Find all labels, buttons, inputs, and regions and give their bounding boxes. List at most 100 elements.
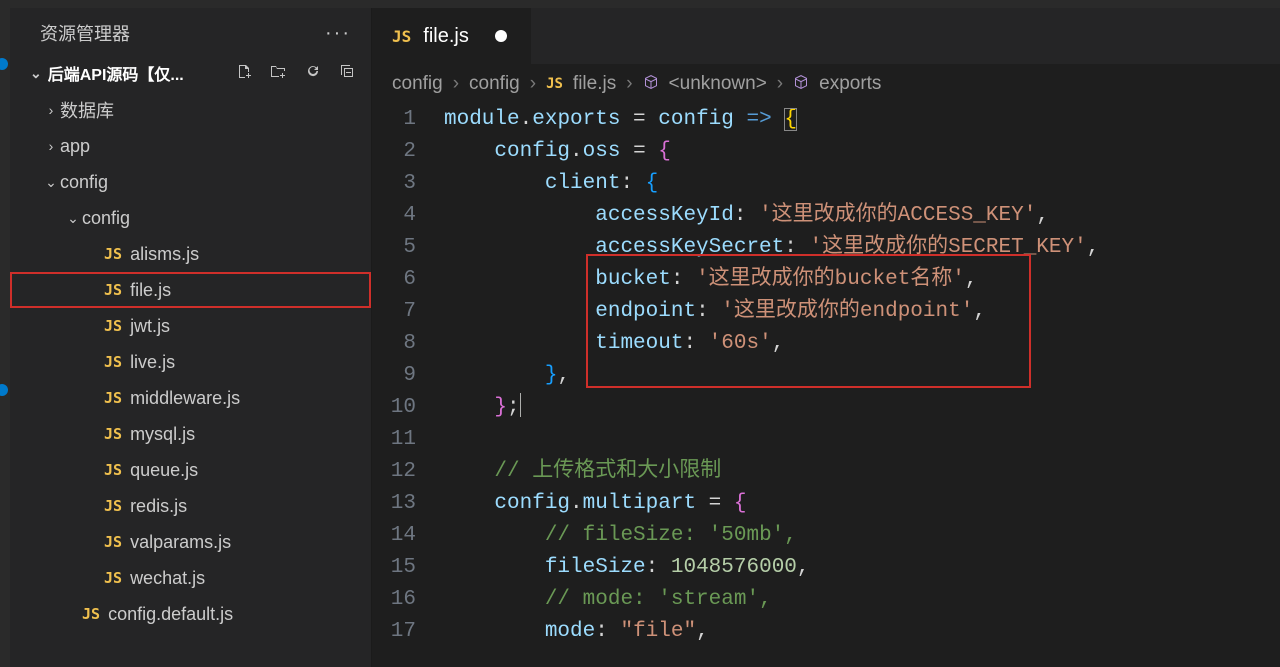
chevron-down-icon: ⌄	[64, 210, 82, 227]
chevron-down-icon: ⌄	[30, 65, 42, 82]
js-icon: JS	[82, 605, 100, 623]
folder-name: config	[60, 172, 108, 193]
folder-item[interactable]: ⌄config	[10, 200, 371, 236]
folder-item[interactable]: ⌄config	[10, 164, 371, 200]
file-name: file.js	[130, 280, 171, 301]
code-area[interactable]: 1234567891011121314151617 module.exports…	[372, 104, 1280, 667]
code-token: "file"	[620, 620, 696, 643]
sidebar-title: 资源管理器	[40, 20, 130, 46]
code-token: '这里改成你的SECRET_KEY'	[809, 236, 1086, 259]
file-item[interactable]: JS valparams.js	[10, 524, 371, 560]
tab-label: file.js	[423, 25, 469, 48]
file-tree: ›数据库›app⌄config⌄configJSalisms.jsJSfile.…	[10, 88, 371, 632]
chevron-right-icon: ›	[626, 73, 632, 95]
sidebar-header: 资源管理器 ···	[10, 8, 371, 58]
code-token: config	[494, 140, 570, 163]
collapse-icon[interactable]	[339, 66, 355, 83]
file-name: middleware.js	[130, 388, 240, 409]
project-name: 后端API源码【仅...	[48, 61, 222, 85]
file-item[interactable]: JS alisms.js	[10, 236, 371, 272]
js-icon: JS	[104, 497, 122, 515]
breadcrumb-item[interactable]: config	[469, 73, 520, 95]
breadcrumb-item[interactable]: file.js	[573, 73, 616, 95]
code-token: mode	[545, 620, 595, 643]
chevron-right-icon: ›	[530, 73, 536, 95]
folder-name: app	[60, 136, 90, 157]
breadcrumb-item[interactable]: <unknown>	[669, 73, 767, 95]
js-icon: JS	[104, 353, 122, 371]
file-item[interactable]: JSmysql.js	[10, 416, 371, 452]
cube-icon	[643, 74, 659, 95]
chevron-right-icon: ›	[453, 73, 459, 95]
code-token: accessKeySecret	[595, 236, 784, 259]
activity-bar	[0, 8, 10, 667]
js-icon: JS	[104, 317, 122, 335]
activity-indicator	[0, 58, 8, 70]
code-token: oss	[583, 140, 621, 163]
code-lines[interactable]: module.exports = config => { config.oss …	[444, 104, 1099, 667]
activity-indicator	[0, 384, 8, 396]
new-file-icon[interactable]	[236, 66, 256, 83]
new-folder-icon[interactable]	[270, 66, 290, 83]
file-item[interactable]: JS wechat.js	[10, 560, 371, 596]
code-token: accessKeyId	[595, 204, 734, 227]
file-item[interactable]: JS queue.js	[10, 452, 371, 488]
chevron-right-icon: ›	[42, 102, 60, 118]
project-header[interactable]: ⌄ 后端API源码【仅...	[10, 58, 371, 88]
code-token: config	[658, 108, 734, 131]
js-icon: JS	[104, 245, 122, 263]
js-icon: JS	[104, 281, 122, 299]
code-token: timeout	[595, 332, 683, 355]
file-name: live.js	[130, 352, 175, 373]
js-icon: JS	[104, 389, 122, 407]
sidebar: 资源管理器 ··· ⌄ 后端API源码【仅... ›数据库›ap	[10, 8, 372, 667]
more-icon[interactable]: ···	[325, 22, 351, 45]
code-token: // fileSize: '50mb',	[545, 524, 797, 547]
folder-item[interactable]: ›app	[10, 128, 371, 164]
tab-file-js[interactable]: JS file.js	[372, 8, 531, 64]
file-name: valparams.js	[130, 532, 231, 553]
code-token: exports	[532, 108, 620, 131]
folder-item[interactable]: ›数据库	[10, 92, 371, 128]
breadcrumb-item[interactable]: config	[392, 73, 443, 95]
js-icon: JS	[104, 461, 122, 479]
code-token: module	[444, 108, 520, 131]
code-token: '这里改成你的ACCESS_KEY'	[759, 204, 1036, 227]
file-name: redis.js	[130, 496, 187, 517]
file-item[interactable]: JSjwt.js	[10, 308, 371, 344]
folder-name: config	[82, 208, 130, 229]
dirty-indicator-icon	[495, 30, 507, 42]
code-token: bucket	[595, 268, 671, 291]
tab-bar: JS file.js	[372, 8, 1280, 64]
chevron-right-icon: ›	[777, 73, 783, 95]
js-icon: JS	[104, 425, 122, 443]
js-icon: JS	[546, 76, 563, 92]
refresh-icon[interactable]	[305, 66, 325, 83]
breadcrumbs[interactable]: config › config › JS file.js › <unknown>…	[372, 64, 1280, 104]
file-name: wechat.js	[130, 568, 205, 589]
project-actions	[222, 63, 355, 84]
code-token: client	[545, 172, 621, 195]
cube-icon	[793, 74, 809, 95]
file-item[interactable]: JS config.default.js	[10, 596, 371, 632]
title-bar	[0, 0, 1280, 8]
file-name: queue.js	[130, 460, 198, 481]
breadcrumb-item[interactable]: exports	[819, 73, 881, 95]
line-number-gutter: 1234567891011121314151617	[372, 104, 444, 667]
code-token: 1048576000	[671, 556, 797, 579]
js-icon: JS	[104, 569, 122, 587]
code-token: '60s'	[709, 332, 772, 355]
editor: JS file.js config › config › JS file.js …	[372, 8, 1280, 667]
file-item[interactable]: JS live.js	[10, 344, 371, 380]
js-icon: JS	[104, 533, 122, 551]
file-item[interactable]: JS middleware.js	[10, 380, 371, 416]
file-item[interactable]: JS file.js	[10, 272, 371, 308]
file-name: config.default.js	[108, 604, 233, 625]
code-token: '这里改成你的endpoint'	[721, 300, 973, 323]
chevron-right-icon: ›	[42, 138, 60, 154]
file-name: alisms.js	[130, 244, 199, 265]
code-token: endpoint	[595, 300, 696, 323]
code-token: // 上传格式和大小限制	[494, 460, 721, 483]
file-item[interactable]: JS redis.js	[10, 488, 371, 524]
code-token: multipart	[583, 492, 696, 515]
